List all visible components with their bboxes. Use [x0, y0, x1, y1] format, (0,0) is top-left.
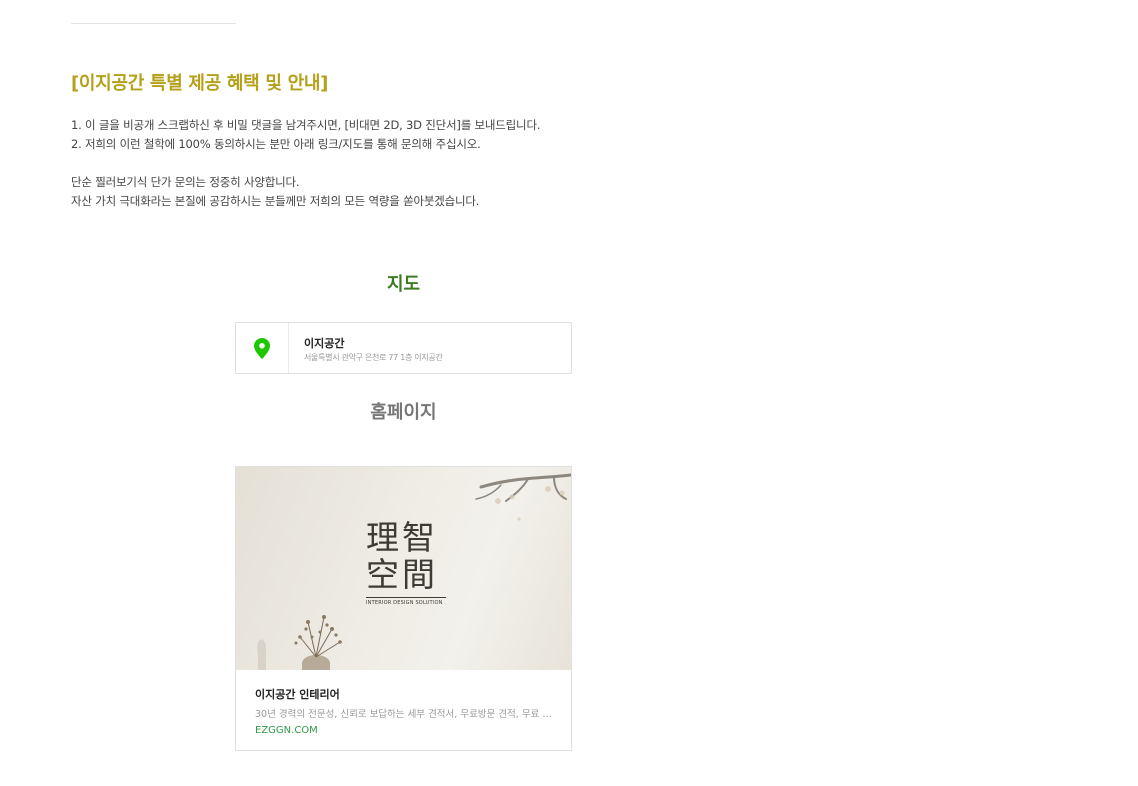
top-divider	[71, 23, 236, 24]
homepage-thumbnail: 理智 空間 INTERIOR DESIGN SOLUTION	[236, 467, 571, 670]
link-card-description: 30년 경력의 전문성, 신뢰로 보답하는 세부 견적서, 무료방문 견적, 무…	[255, 709, 552, 720]
link-card-title: 이지공간 인테리어	[255, 688, 340, 701]
link-card-url[interactable]: EZGGN.COM	[255, 725, 318, 736]
offer-line-1: 1. 이 글을 비공개 스크랩하신 후 비밀 댓글을 남겨주시면, [비대면 2…	[71, 118, 541, 132]
homepage-link-card[interactable]: 理智 空間 INTERIOR DESIGN SOLUTION 이지공간 인테리어…	[235, 466, 572, 751]
notice-line-2: 자산 가치 극대화라는 본질에 공감하시는 분들께만 저희의 모든 역량을 쏟아…	[71, 194, 480, 208]
map-pin-icon	[254, 338, 270, 359]
map-place-card[interactable]: 이지공간 서울특별시 관악구 은천로 77 1층 이지공간	[235, 322, 572, 374]
offer-line-2: 2. 저희의 이런 철학에 100% 동의하시는 분만 아래 링크/지도를 통해…	[71, 137, 481, 151]
offer-paragraph: 1. 이 글을 비공개 스크랩하신 후 비밀 댓글을 남겨주시면, [비대면 2…	[71, 116, 540, 154]
map-section-title: 지도	[386, 274, 421, 295]
map-place-name: 이지공간	[304, 337, 345, 350]
notice-line-1: 단순 찔러보기식 단가 문의는 정중히 사양합니다.	[71, 175, 300, 189]
page-heading: [이지공간 특별 제공 혜택 및 안내]	[71, 73, 329, 94]
logo-line-2: 空間	[366, 555, 438, 594]
notice-paragraph: 단순 찔러보기식 단가 문의는 정중히 사양합니다. 자산 가치 극대화라는 본…	[71, 173, 479, 211]
logo-line-1: 理智	[366, 518, 438, 557]
map-place-address: 서울특별시 관악구 은천로 77 1층 이지공간	[304, 353, 443, 362]
logo-subtitle: INTERIOR DESIGN SOLUTION	[366, 597, 446, 606]
homepage-section-title: 홈페이지	[370, 402, 437, 423]
brand-logo: 理智 空間 INTERIOR DESIGN SOLUTION	[366, 519, 446, 606]
map-icon-cell	[236, 323, 289, 373]
